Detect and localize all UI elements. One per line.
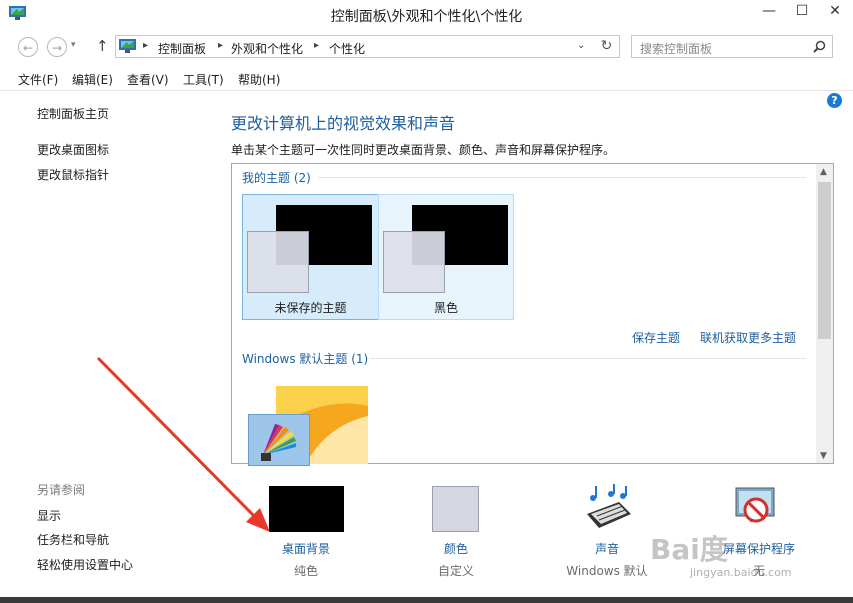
close-button[interactable]: ✕ — [818, 0, 852, 22]
watermark: Bai度 — [650, 533, 728, 566]
screensaver-icon[interactable] — [732, 484, 780, 532]
help-icon[interactable]: ? — [827, 93, 842, 108]
breadcrumb-separator: ▸ — [218, 40, 224, 51]
left-link-home[interactable]: 控制面板主页 — [37, 105, 109, 122]
scroll-up-icon[interactable]: ▲ — [820, 167, 827, 177]
menu-view[interactable]: 查看(V) — [127, 71, 169, 88]
annotation-arrow — [90, 350, 280, 540]
sound-link[interactable]: 声音 — [551, 540, 663, 557]
desktop-background-link[interactable]: 桌面背景 — [250, 540, 362, 557]
menu-edit[interactable]: 编辑(E) — [72, 71, 113, 88]
left-link-desktop-icons[interactable]: 更改桌面图标 — [37, 141, 109, 158]
watermark-url: jingyan.baidu.com — [690, 566, 792, 579]
taskbar-strip — [0, 597, 853, 603]
control-panel-icon — [119, 39, 136, 54]
title-bar: 控制面板\外观和个性化\个性化 — ☐ ✕ — [0, 0, 853, 31]
search-placeholder: 搜索控制面板 — [640, 42, 713, 56]
breadcrumb-separator: ▸ — [143, 40, 149, 51]
page-title: 更改计算机上的视觉效果和声音 — [231, 114, 456, 133]
see-also-heading: 另请参阅 — [37, 483, 86, 497]
scroll-down-icon[interactable]: ▼ — [820, 451, 827, 461]
desktop-background-value: 纯色 — [293, 564, 318, 578]
theme-name: 未保存的主题 — [274, 301, 347, 315]
window-title: 控制面板\外观和个性化\个性化 — [330, 9, 523, 25]
search-icon[interactable] — [813, 40, 826, 53]
desktop-background-preview[interactable] — [269, 486, 344, 532]
page-description: 单击某个主题可一次性同时更改桌面背景、颜色、声音和屏幕保护程序。 — [231, 143, 616, 157]
save-theme-link[interactable]: 保存主题 — [632, 329, 680, 346]
sound-icon[interactable] — [583, 484, 633, 532]
dropdown-icon[interactable]: ⌄ — [577, 40, 585, 51]
breadcrumb-item[interactable]: 控制面板 — [158, 40, 206, 57]
get-more-themes-link[interactable]: 联机获取更多主题 — [700, 329, 796, 346]
left-link-mouse-pointer[interactable]: 更改鼠标指针 — [37, 166, 109, 183]
breadcrumb-item[interactable]: 外观和个性化 — [231, 40, 303, 57]
menu-tools[interactable]: 工具(T) — [183, 71, 224, 88]
menu-help[interactable]: 帮助(H) — [238, 71, 280, 88]
back-icon[interactable]: ← — [18, 37, 38, 57]
recent-dropdown-icon[interactable]: ▾ — [71, 40, 76, 50]
my-themes-heading: 我的主题 (2) — [242, 171, 311, 185]
forward-icon[interactable]: → — [47, 37, 67, 57]
divider — [0, 90, 853, 91]
sound-value: Windows 默认 — [566, 564, 648, 578]
minimize-button[interactable]: — — [753, 0, 785, 22]
theme-preview-window — [247, 231, 309, 293]
divider — [318, 177, 806, 178]
breadcrumb-separator: ▸ — [314, 40, 320, 51]
color-link[interactable]: 颜色 — [400, 540, 512, 557]
theme-name: 黑色 — [433, 301, 458, 315]
refresh-icon[interactable]: ↻ — [594, 36, 619, 57]
scrollbar-thumb[interactable] — [818, 182, 831, 339]
divider — [370, 358, 806, 359]
color-value: 自定义 — [437, 564, 474, 578]
see-also-display[interactable]: 显示 — [37, 507, 61, 524]
maximize-button[interactable]: ☐ — [787, 0, 817, 22]
breadcrumb-item[interactable]: 个性化 — [329, 40, 365, 57]
color-swatch[interactable] — [432, 486, 479, 532]
menu-file[interactable]: 文件(F) — [18, 71, 58, 88]
up-arrow-icon[interactable]: ↑ — [96, 37, 109, 55]
see-also-ease-of-access[interactable]: 轻松使用设置中心 — [37, 556, 133, 573]
theme-preview-window — [383, 231, 445, 293]
